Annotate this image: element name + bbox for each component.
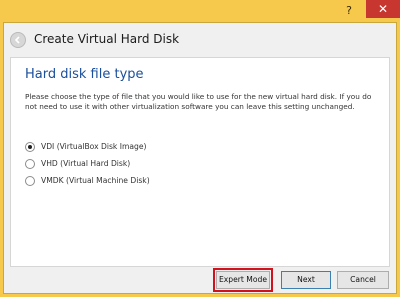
wizard-header: Create Virtual Hard Disk <box>4 23 396 57</box>
dialog-window: ? ✕ Create Virtual Hard Disk Hard disk f… <box>0 0 400 297</box>
close-icon[interactable]: ✕ <box>366 0 400 18</box>
back-arrow-icon[interactable] <box>10 32 26 48</box>
radio-vmdk[interactable] <box>25 176 35 186</box>
option-vdi-label[interactable]: VDI (VirtualBox Disk Image) <box>41 142 146 152</box>
radio-vhd[interactable] <box>25 159 35 169</box>
dialog-content: Create Virtual Hard Disk Hard disk file … <box>3 22 397 294</box>
wizard-title: Create Virtual Hard Disk <box>34 32 180 46</box>
option-vhd-label[interactable]: VHD (Virtual Hard Disk) <box>41 159 130 169</box>
cancel-button[interactable]: Cancel <box>337 271 389 289</box>
wizard-panel: Hard disk file type Please choose the ty… <box>10 57 390 267</box>
page-description: Please choose the type of file that you … <box>25 92 372 111</box>
expert-mode-button[interactable]: Expert Mode <box>213 268 273 292</box>
title-bar: ? ✕ <box>0 0 400 22</box>
page-title: Hard disk file type <box>25 67 144 82</box>
help-icon[interactable]: ? <box>342 4 356 18</box>
next-button[interactable]: Next <box>281 271 331 289</box>
option-vmdk-label[interactable]: VMDK (Virtual Machine Disk) <box>41 176 150 186</box>
radio-vdi[interactable] <box>25 142 35 152</box>
